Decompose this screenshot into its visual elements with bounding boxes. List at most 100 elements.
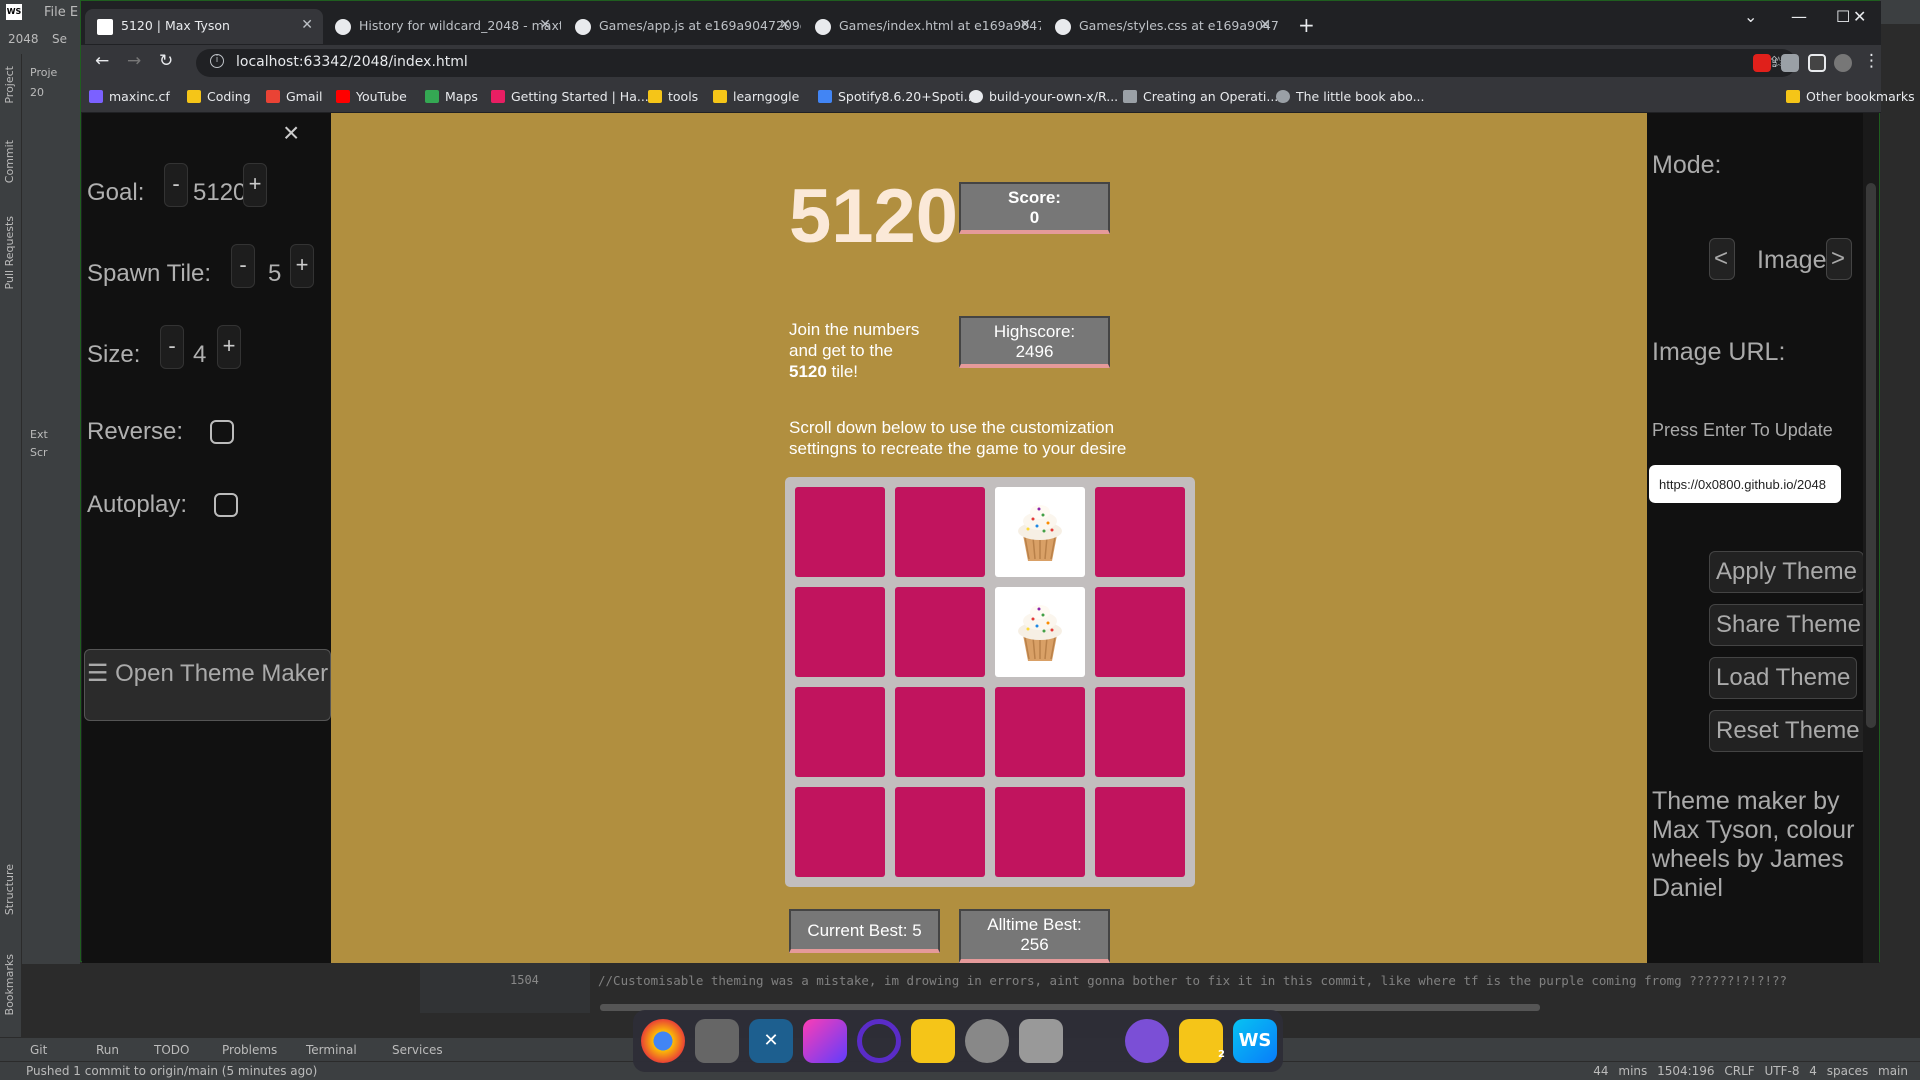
- load-theme-button[interactable]: Load Theme: [1709, 657, 1858, 699]
- bookmark-youtube[interactable]: YouTube: [336, 89, 407, 104]
- tab-index-html[interactable]: Games/index.html at e169a9047 ✕: [803, 9, 1041, 44]
- scrollbar-thumb[interactable]: [1866, 183, 1876, 728]
- bookmark-tools[interactable]: tools: [648, 89, 698, 104]
- minimize-icon[interactable]: —: [1791, 7, 1807, 26]
- forward-icon[interactable]: →: [127, 51, 141, 71]
- spawn-decrease-button[interactable]: -: [231, 244, 255, 288]
- mode-prev-button[interactable]: <: [1709, 238, 1735, 280]
- bookmark-maps[interactable]: Maps: [425, 89, 478, 104]
- bookmark-gmail[interactable]: Gmail: [266, 89, 322, 104]
- obs-icon[interactable]: [857, 1019, 901, 1063]
- other-bookmarks[interactable]: Other bookmarks: [1786, 89, 1915, 104]
- close-tab-icon[interactable]: ✕: [1019, 17, 1031, 33]
- url-text[interactable]: localhost:63342/2048/index.html: [236, 54, 468, 70]
- unity-icon[interactable]: [695, 1019, 739, 1063]
- tree-item[interactable]: Ext: [30, 428, 48, 441]
- goal-decrease-button[interactable]: -: [164, 163, 188, 207]
- tab-styles-css[interactable]: Games/styles.css at e169a9047 ✕: [1043, 9, 1281, 44]
- project-label[interactable]: Se: [52, 32, 67, 46]
- youtube-extension-icon[interactable]: [1753, 54, 1771, 72]
- taskbar-dock: ✕ 2 WS: [633, 1010, 1283, 1072]
- game-board[interactable]: [785, 477, 1195, 887]
- bookmark-build-your-own[interactable]: build-your-own-x/R...: [969, 89, 1118, 104]
- close-tab-icon[interactable]: ✕: [779, 17, 791, 33]
- project-name[interactable]: 2048: [8, 32, 39, 46]
- apply-theme-button[interactable]: Apply Theme: [1709, 551, 1864, 593]
- structure-tool-tab[interactable]: Structure: [3, 864, 16, 915]
- bookmark-creating-os[interactable]: Creating an Operati...: [1123, 89, 1278, 104]
- project-tool-tab[interactable]: Project: [3, 66, 16, 104]
- autoplay-checkbox[interactable]: [214, 493, 238, 517]
- bookmark-getting-started[interactable]: Getting Started | Ha...: [491, 89, 649, 104]
- current-best-box: Current Best: 5: [789, 909, 940, 953]
- reset-theme-button[interactable]: Reset Theme: [1709, 710, 1867, 752]
- todo-tool-button[interactable]: TODO: [154, 1043, 189, 1057]
- mode-next-button[interactable]: >: [1826, 238, 1852, 280]
- bookmark-coding[interactable]: Coding: [187, 89, 251, 104]
- webstorm-icon[interactable]: WS: [1233, 1019, 1277, 1063]
- git-tool-button[interactable]: Git: [30, 1043, 47, 1057]
- spawn-increase-button[interactable]: +: [290, 244, 314, 288]
- tile-image: [995, 487, 1085, 577]
- browser-menu-icon[interactable]: ⋮: [1863, 51, 1880, 71]
- tab-history-wildcard[interactable]: History for wildcard_2048 - maxt ✕: [323, 9, 561, 44]
- close-tab-icon[interactable]: ✕: [1259, 17, 1271, 33]
- folder-icon: [648, 90, 662, 103]
- bookmarks-tool-tab[interactable]: Bookmarks: [3, 954, 16, 1015]
- extensions-puzzle-icon[interactable]: [1781, 54, 1799, 72]
- close-sidebar-icon[interactable]: ×: [283, 117, 299, 149]
- spawn-tile-value: 5: [268, 260, 282, 287]
- recycle-bin-icon[interactable]: [1019, 1019, 1063, 1063]
- tree-item[interactable]: 20: [30, 86, 44, 99]
- tree-item[interactable]: Scr: [30, 446, 48, 459]
- site-info-icon[interactable]: i: [210, 54, 224, 68]
- size-increase-button[interactable]: +: [217, 325, 241, 369]
- back-icon[interactable]: ←: [95, 51, 109, 71]
- reload-icon[interactable]: ↻: [159, 51, 173, 71]
- pull-requests-tool-tab[interactable]: Pull Requests: [3, 216, 16, 289]
- size-value: 4: [193, 341, 207, 368]
- run-tool-button[interactable]: Run: [96, 1043, 119, 1057]
- highscore-box: Highscore: 2496: [959, 316, 1110, 368]
- folder-icon[interactable]: 2: [1179, 1019, 1225, 1063]
- image-url-input[interactable]: [1649, 465, 1841, 503]
- tab-app-js[interactable]: Games/app.js at e169a9047209d ✕: [563, 9, 801, 44]
- side-panel-icon[interactable]: [1808, 54, 1826, 72]
- tab-search-icon[interactable]: ⌄: [1744, 7, 1757, 26]
- share-theme-button[interactable]: Share Theme: [1709, 604, 1868, 646]
- terminal-tool-button[interactable]: Terminal: [306, 1043, 357, 1057]
- file-explorer-icon[interactable]: [911, 1019, 955, 1063]
- page-scrollbar[interactable]: [1863, 113, 1879, 963]
- goal-increase-button[interactable]: +: [243, 163, 267, 207]
- tree-item[interactable]: Proje: [30, 66, 57, 79]
- tile-empty: [1095, 487, 1185, 577]
- alltime-best-value: 256: [1020, 935, 1049, 954]
- bookmark-little-book[interactable]: The little book abo...: [1276, 89, 1425, 104]
- close-tab-icon[interactable]: ✕: [539, 17, 551, 33]
- status-info[interactable]: 44 mins 1504:196 CRLF UTF-8 4 spaces mai…: [1593, 1064, 1908, 1078]
- problems-tool-button[interactable]: Problems: [222, 1043, 277, 1057]
- chrome-icon[interactable]: [641, 1019, 685, 1063]
- xcode-icon[interactable]: ✕: [749, 1019, 793, 1063]
- github-desktop-icon[interactable]: [1125, 1019, 1169, 1063]
- bookmark-maxinc[interactable]: maxinc.cf: [89, 89, 170, 104]
- code-line[interactable]: //Customisable theming was a mistake, im…: [598, 973, 1878, 988]
- jetbrains-toolbox-icon[interactable]: [803, 1019, 847, 1063]
- close-tab-icon[interactable]: ✕: [301, 17, 313, 33]
- open-theme-maker-button[interactable]: ☰ Open Theme Maker: [84, 649, 331, 721]
- commit-tool-tab[interactable]: Commit: [3, 140, 16, 183]
- reverse-checkbox[interactable]: [210, 420, 234, 444]
- url-omnibox[interactable]: i localhost:63342/2048/index.html ⇪ ☆: [196, 49, 1796, 77]
- new-tab-button[interactable]: +: [1298, 13, 1315, 37]
- ide-menu-file[interactable]: File E: [44, 5, 78, 20]
- maximize-icon[interactable]: ☐: [1836, 7, 1850, 26]
- bookmark-learngogle[interactable]: learngogle: [713, 89, 799, 104]
- bookmark-spotify[interactable]: Spotify8.6.20+Spoti...: [818, 89, 976, 104]
- settings-icon[interactable]: [965, 1019, 1009, 1063]
- profile-avatar[interactable]: [1834, 54, 1852, 72]
- close-window-icon[interactable]: ✕: [1853, 7, 1866, 26]
- tab-5120-max-tyson[interactable]: 5120 | Max Tyson ✕: [85, 9, 323, 44]
- scroll-hint: Scroll down below to use the customizati…: [789, 418, 1127, 458]
- size-decrease-button[interactable]: -: [160, 325, 184, 369]
- services-tool-button[interactable]: Services: [392, 1043, 443, 1057]
